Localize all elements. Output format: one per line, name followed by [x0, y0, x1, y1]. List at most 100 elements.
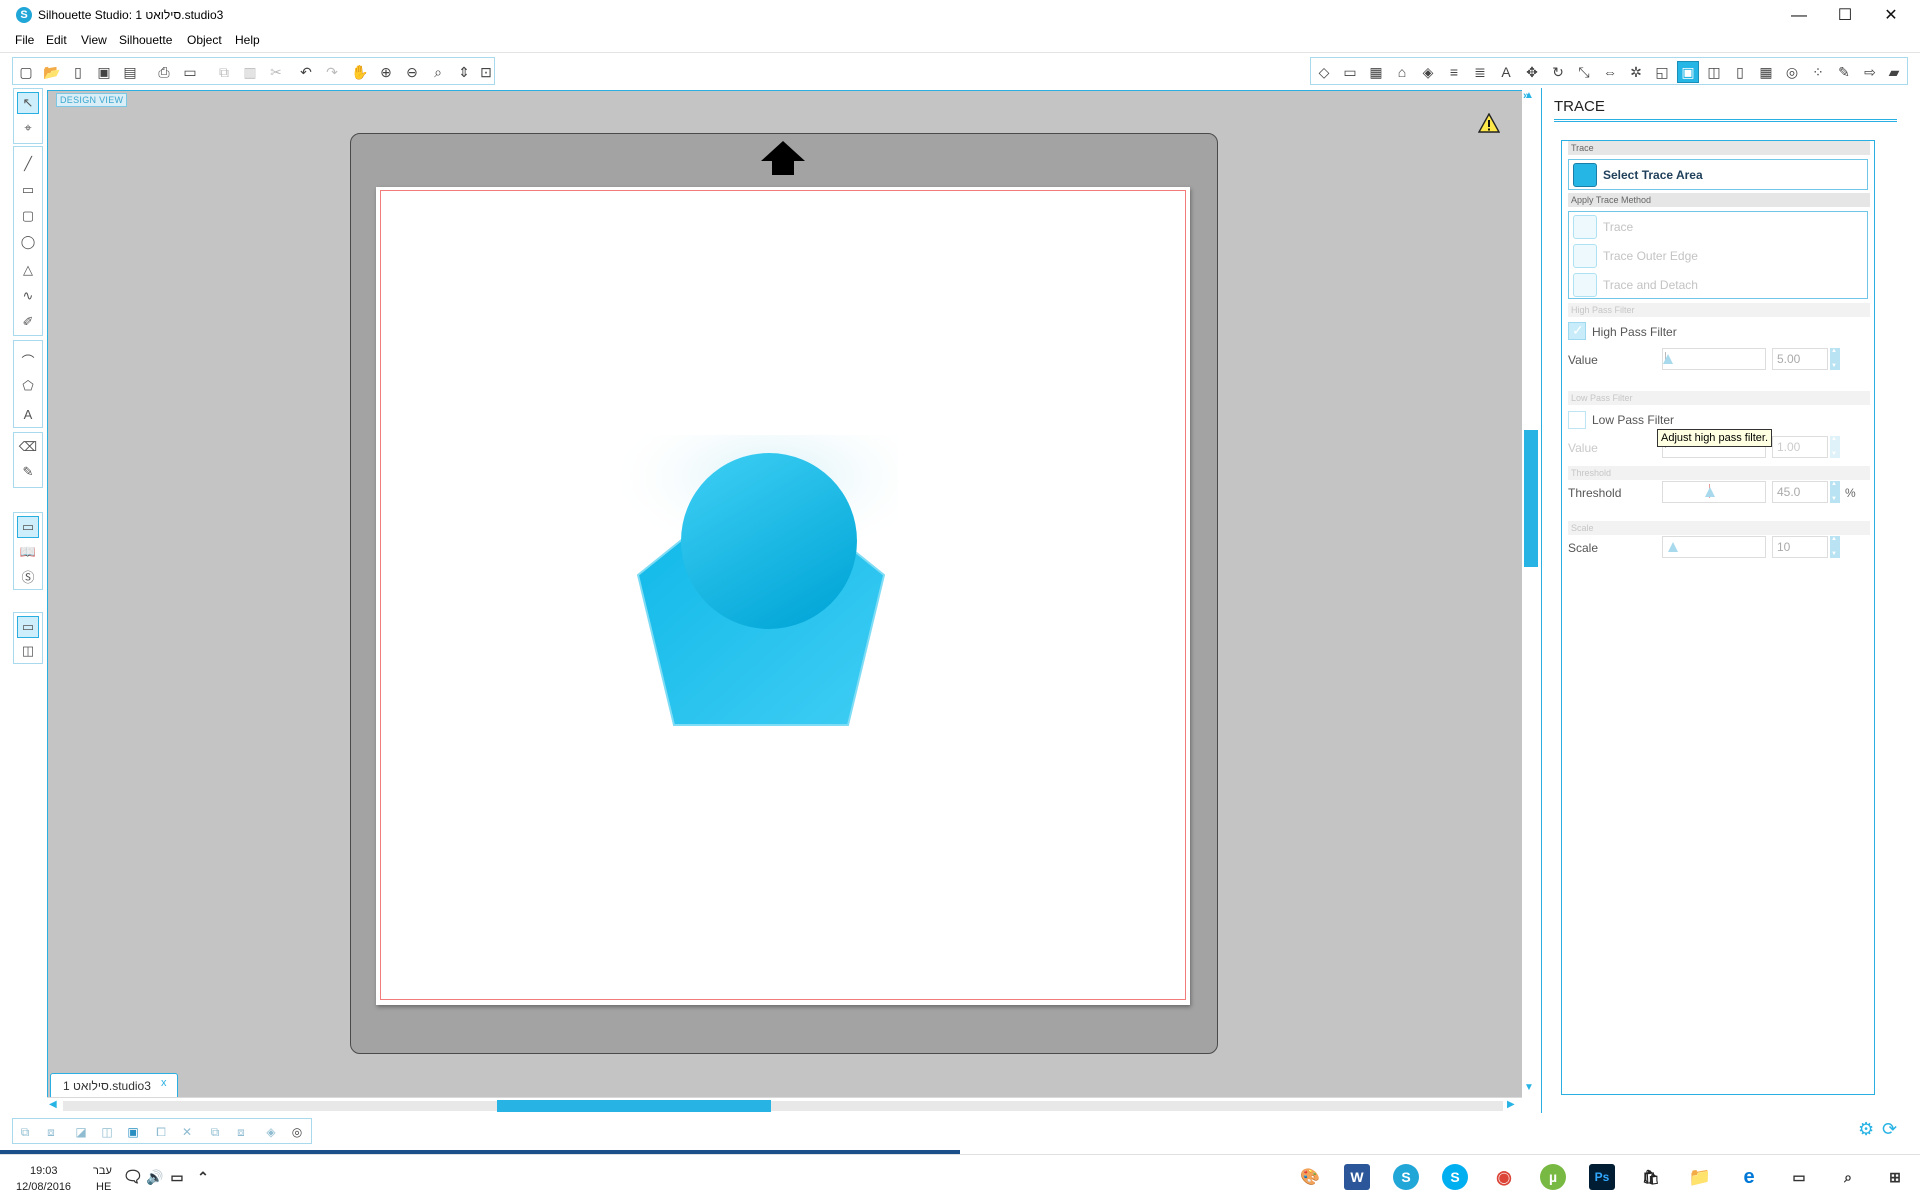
trace-panel-icon[interactable]: ▣: [1677, 61, 1699, 83]
modify-icon[interactable]: ◱: [1651, 61, 1673, 83]
close-button[interactable]: ✕: [1868, 0, 1914, 31]
low-pass-value-input[interactable]: 1.00: [1772, 436, 1828, 458]
pixscan-icon[interactable]: ▦: [1755, 61, 1777, 83]
scroll-down-arrow-icon[interactable]: ▼: [1524, 1082, 1534, 1093]
cut-settings-icon[interactable]: ▯: [1729, 61, 1751, 83]
registration-marks-icon[interactable]: ▭: [1339, 61, 1361, 83]
copy-icon[interactable]: ⧉: [213, 61, 235, 83]
scroll-left-arrow-icon[interactable]: ◀: [49, 1099, 57, 1110]
knife-icon[interactable]: ✎: [17, 461, 39, 483]
trace-outer-edge-button[interactable]: Trace Outer Edge: [1573, 243, 1863, 269]
print-icon[interactable]: ⎙: [153, 61, 175, 83]
design-page-icon[interactable]: ▭: [17, 516, 39, 538]
zoom-out-icon[interactable]: ⊖: [401, 61, 423, 83]
text-style-icon[interactable]: A: [1495, 61, 1517, 83]
compound-path-icon[interactable]: ◪: [71, 1122, 91, 1142]
rounded-rect-tool-icon[interactable]: ▢: [17, 205, 39, 227]
network-icon[interactable]: ▭: [164, 1164, 190, 1190]
word-icon[interactable]: W: [1344, 1164, 1370, 1190]
sketch-icon[interactable]: ◎: [1781, 61, 1803, 83]
make-compound-icon[interactable]: ◈: [261, 1122, 281, 1142]
delete-icon[interactable]: ✕: [177, 1122, 197, 1142]
silhouette-connect-icon[interactable]: ⇨: [1859, 61, 1881, 83]
task-view-icon[interactable]: ▭: [1786, 1164, 1812, 1190]
menu-help[interactable]: Help: [235, 33, 260, 47]
low-pass-value-spinner[interactable]: [1830, 436, 1840, 458]
paint-icon[interactable]: 🎨: [1297, 1164, 1323, 1190]
rhinestone-icon[interactable]: ⁘: [1807, 61, 1829, 83]
text-tool-icon[interactable]: A: [17, 403, 39, 425]
high-pass-value-input[interactable]: 5.00: [1772, 348, 1828, 370]
zoom-drag-icon[interactable]: ⇕: [453, 61, 475, 83]
document-tab-close-icon[interactable]: x: [161, 1077, 167, 1089]
offset-icon[interactable]: ◫: [1703, 61, 1725, 83]
menu-file[interactable]: File: [15, 33, 34, 47]
trace-button[interactable]: Trace: [1573, 214, 1863, 240]
threshold-slider[interactable]: [1662, 481, 1766, 503]
line-style-icon[interactable]: ≣: [1469, 61, 1491, 83]
zoom-in-icon[interactable]: ⊕: [375, 61, 397, 83]
fit-to-page-icon[interactable]: ⊡: [475, 61, 497, 83]
vertical-scroll-thumb[interactable]: [1524, 430, 1538, 567]
refresh-icon[interactable]: ⟳: [1882, 1119, 1897, 1140]
edge-icon[interactable]: e: [1736, 1164, 1762, 1190]
regular-polygon-icon[interactable]: ⬠: [17, 375, 39, 397]
save-icon[interactable]: ▣: [93, 61, 115, 83]
photoshop-icon[interactable]: Ps: [1589, 1164, 1615, 1190]
design-canvas[interactable]: DESIGN VIEW: [47, 90, 1522, 1100]
split-view-icon[interactable]: ◫: [17, 640, 39, 662]
offset-target-icon[interactable]: ◎: [287, 1122, 307, 1142]
freehand-tool-icon[interactable]: ✐: [17, 311, 39, 333]
release-compound-icon[interactable]: ◫: [97, 1122, 117, 1142]
cut-icon[interactable]: ✂: [265, 61, 287, 83]
group-icon[interactable]: ⧉: [15, 1122, 35, 1142]
new-document-icon[interactable]: ▢: [15, 61, 37, 83]
store-icon[interactable]: 🛍: [1638, 1164, 1664, 1190]
library-icon[interactable]: ▯: [67, 61, 89, 83]
save-library-icon[interactable]: ▤: [119, 61, 141, 83]
utorrent-icon[interactable]: µ: [1540, 1164, 1566, 1190]
polygon-tool-icon[interactable]: △: [17, 259, 39, 281]
zoom-select-icon[interactable]: ⌕: [427, 61, 449, 83]
traced-image[interactable]: [616, 435, 916, 735]
pan-hand-icon[interactable]: ✋: [349, 61, 371, 83]
scale-slider[interactable]: [1662, 536, 1766, 558]
duplicate-icon[interactable]: ⧠: [151, 1122, 171, 1142]
menu-edit[interactable]: Edit: [46, 33, 67, 47]
high-pass-slider-knob[interactable]: [1663, 354, 1673, 364]
skype-icon[interactable]: S: [1442, 1164, 1468, 1190]
clock-time[interactable]: 19:03: [30, 1165, 58, 1177]
replicate-icon[interactable]: ✲: [1625, 61, 1647, 83]
library-book-icon[interactable]: 📖: [17, 541, 39, 563]
document-tab[interactable]: 1 סילואט.studio3 x: [50, 1073, 178, 1097]
scale-spinner[interactable]: [1830, 536, 1840, 558]
curve-tool-icon[interactable]: ∿: [17, 285, 39, 307]
trace-and-detach-button[interactable]: Trace and Detach: [1573, 272, 1863, 298]
high-pass-value-slider[interactable]: [1662, 348, 1766, 370]
send-icon[interactable]: ✎: [1833, 61, 1855, 83]
explorer-icon[interactable]: 📁: [1687, 1164, 1713, 1190]
paste-icon[interactable]: ▥: [239, 61, 261, 83]
scroll-right-arrow-icon[interactable]: ▶: [1507, 1099, 1515, 1110]
rectangle-tool-icon[interactable]: ▭: [17, 179, 39, 201]
high-pass-filter-checkbox[interactable]: [1568, 322, 1586, 340]
horizontal-scroll-thumb[interactable]: [497, 1100, 771, 1112]
weld-icon[interactable]: ▣: [123, 1122, 143, 1142]
eraser-icon[interactable]: ⌫: [17, 436, 39, 458]
menu-object[interactable]: Object: [187, 33, 222, 47]
rotate-icon[interactable]: ↻: [1547, 61, 1569, 83]
settings-gear-icon[interactable]: ⚙: [1858, 1119, 1874, 1140]
threshold-spinner[interactable]: [1830, 481, 1840, 503]
scale-icon[interactable]: ⤡: [1573, 61, 1595, 83]
silhouette-icon[interactable]: S: [1393, 1164, 1419, 1190]
threshold-input[interactable]: 45.0: [1772, 481, 1828, 503]
clock-date[interactable]: 12/08/2016: [16, 1181, 71, 1193]
transform-icon[interactable]: ✥: [1521, 61, 1543, 83]
low-pass-filter-checkbox[interactable]: [1568, 411, 1586, 429]
collapse-panel-icon[interactable]: »: [1523, 90, 1529, 102]
maximize-button[interactable]: ☐: [1822, 0, 1868, 31]
send-backward-icon[interactable]: ⧈: [231, 1122, 251, 1142]
media-page[interactable]: [376, 187, 1190, 1005]
ungroup-icon[interactable]: ⧈: [41, 1122, 61, 1142]
page-setup-icon[interactable]: ◇: [1313, 61, 1335, 83]
